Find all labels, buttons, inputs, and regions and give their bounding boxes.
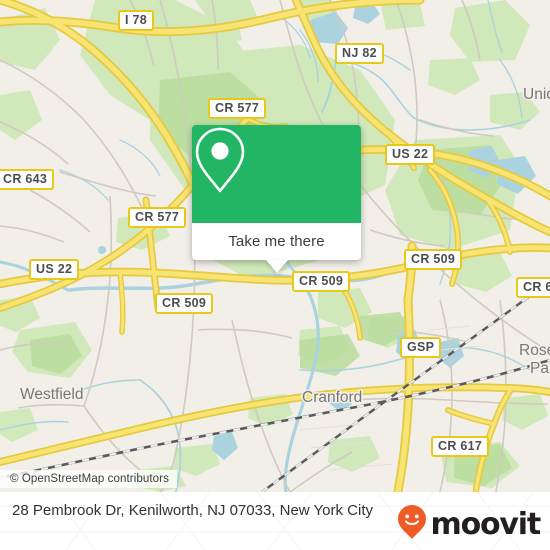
highway-shield: US 22 <box>385 144 436 165</box>
footer-bar: 28 Pembrook Dr, Kenilworth, NJ 07033, Ne… <box>0 492 550 550</box>
highway-shield: GSP <box>400 337 442 358</box>
popup-card-header <box>192 125 361 223</box>
highway-shield: CR 509 <box>155 293 214 314</box>
moovit-wordmark: moovit <box>430 506 542 542</box>
popup-card-footer[interactable]: Take me there <box>192 223 361 273</box>
take-me-there-button-label: Take me there <box>228 233 325 250</box>
popup-pointer-triangle <box>265 260 288 273</box>
highway-shield: CR 577 <box>208 98 267 119</box>
moovit-pin-smile-icon <box>397 504 427 545</box>
location-popup-card[interactable]: Take me there <box>192 125 361 273</box>
highway-shield: US 22 <box>29 259 80 280</box>
highway-shield: CR 617 <box>431 436 490 457</box>
highway-shield: CR 643 <box>0 169 55 190</box>
highway-shield: CR 509 <box>404 249 463 270</box>
highway-shield: CR 61 <box>516 277 550 298</box>
highway-shield: CR 509 <box>292 271 351 292</box>
highway-shield: NJ 82 <box>335 43 384 64</box>
osm-attribution[interactable]: © OpenStreetMap contributors <box>0 470 177 488</box>
moovit-logo: moovit <box>397 504 542 545</box>
highway-shield: CR 577 <box>128 207 187 228</box>
map-canvas[interactable]: Union Westfield Cranford Rose Park I 78 … <box>0 0 550 492</box>
address-text: 28 Pembrook Dr, Kenilworth, NJ 07033, Ne… <box>12 502 374 519</box>
map-screenshot: Union Westfield Cranford Rose Park I 78 … <box>0 0 550 550</box>
highway-shield: I 78 <box>118 10 155 31</box>
